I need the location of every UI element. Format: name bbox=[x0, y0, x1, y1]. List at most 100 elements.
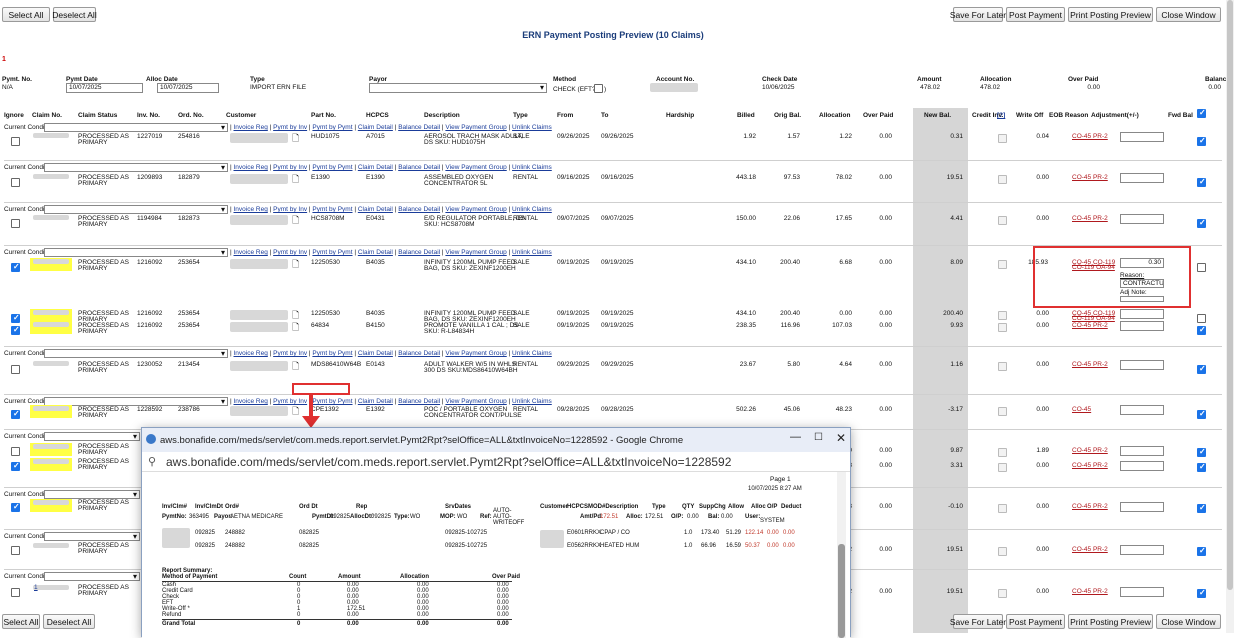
print-posting-preview-button[interactable]: Print Posting Preview bbox=[1068, 7, 1153, 22]
current-condition-select[interactable] bbox=[44, 349, 228, 358]
eob-reason-link-2[interactable]: CO-119 OA-94 bbox=[1072, 315, 1115, 322]
link-pymt-by-inv[interactable]: Pymt by Inv bbox=[273, 350, 307, 357]
ignore-checkbox[interactable] bbox=[11, 178, 20, 187]
print-posting-preview-button-bottom[interactable]: Print Posting Preview bbox=[1068, 614, 1153, 629]
popup-scrollbar-thumb[interactable] bbox=[838, 544, 845, 638]
close-window-button[interactable]: Close Window bbox=[1156, 7, 1221, 22]
document-icon[interactable]: 🗋 bbox=[292, 131, 299, 147]
ignore-checkbox[interactable] bbox=[11, 502, 20, 512]
fwd-bal-checkbox[interactable] bbox=[1197, 177, 1206, 187]
eob-reason-link[interactable]: CO-45 PR-2 bbox=[1072, 174, 1108, 181]
link-view-payment-group[interactable]: View Payment Group bbox=[445, 206, 506, 213]
link-pymt-by-pymt[interactable]: Pymt by Pymt bbox=[312, 249, 352, 256]
alloc-date-input[interactable]: 10/07/2025 bbox=[157, 83, 219, 93]
credit-inv-checkbox[interactable] bbox=[998, 323, 1007, 332]
fwd-bal-checkbox[interactable] bbox=[1197, 409, 1206, 419]
document-icon[interactable]: 🗋 bbox=[292, 320, 299, 336]
link-pymt-by-inv[interactable]: Pymt by Inv bbox=[273, 206, 307, 213]
select-all-button[interactable]: Select All bbox=[2, 7, 50, 22]
adjustment-input[interactable] bbox=[1120, 502, 1164, 512]
post-payment-button[interactable]: Post Payment bbox=[1006, 7, 1065, 22]
link-unlink-claims[interactable]: Unlink Claims bbox=[512, 124, 552, 131]
fwd-bal-checkbox[interactable] bbox=[1197, 136, 1206, 146]
page-scrollbar[interactable] bbox=[1226, 0, 1234, 633]
fwd-bal-checkbox[interactable] bbox=[1197, 218, 1206, 228]
save-for-later-button[interactable]: Save For Later bbox=[950, 7, 1006, 22]
adjustment-input[interactable] bbox=[1120, 446, 1164, 456]
credit-inv-checkbox[interactable] bbox=[998, 175, 1007, 184]
credit-inv-checkbox[interactable] bbox=[998, 134, 1007, 143]
link-view-payment-group[interactable]: View Payment Group bbox=[445, 164, 506, 171]
ignore-checkbox[interactable] bbox=[11, 546, 20, 555]
close-window-button-bottom[interactable]: Close Window bbox=[1156, 614, 1221, 629]
link-invoice-reg[interactable]: Invoice Reg bbox=[234, 398, 268, 405]
link-pymt-by-inv[interactable]: Pymt by Inv bbox=[273, 164, 307, 171]
link-view-payment-group[interactable]: View Payment Group bbox=[445, 398, 506, 405]
adjustment-input[interactable] bbox=[1120, 173, 1164, 183]
current-condition-select[interactable] bbox=[44, 490, 140, 499]
current-condition-select[interactable] bbox=[44, 432, 140, 441]
fwd-bal-select-all-checkbox[interactable] bbox=[1197, 108, 1206, 118]
link-view-payment-group[interactable]: View Payment Group bbox=[445, 124, 506, 131]
popup-url-bar[interactable]: ⚲ aws.bonafide.com/meds/servlet/com.meds… bbox=[142, 452, 850, 472]
fwd-bal-checkbox[interactable] bbox=[1197, 263, 1206, 272]
post-payment-button-bottom[interactable]: Post Payment bbox=[1006, 614, 1065, 629]
eob-reason-link[interactable]: CO-45 PR-2 bbox=[1072, 215, 1108, 222]
eob-reason-link[interactable]: CO-45 PR-2 bbox=[1072, 133, 1108, 140]
link-balance-detail[interactable]: Balance Detail bbox=[398, 398, 440, 405]
ignore-checkbox[interactable] bbox=[11, 262, 20, 272]
ignore-checkbox[interactable] bbox=[11, 365, 20, 374]
credit-inv-checkbox[interactable] bbox=[998, 362, 1007, 371]
adjustment-input[interactable] bbox=[1120, 461, 1164, 471]
credit-inv-checkbox[interactable] bbox=[998, 311, 1007, 320]
current-condition-select[interactable] bbox=[44, 532, 140, 541]
ignore-checkbox[interactable] bbox=[11, 137, 20, 146]
current-condition-select[interactable] bbox=[44, 123, 228, 132]
link-invoice-reg[interactable]: Invoice Reg bbox=[234, 350, 268, 357]
current-condition-select[interactable] bbox=[44, 572, 140, 581]
fwd-bal-checkbox[interactable] bbox=[1197, 447, 1206, 457]
link-claim-detail[interactable]: Claim Detail bbox=[358, 124, 393, 131]
adjustment-input[interactable] bbox=[1120, 321, 1164, 331]
ignore-checkbox[interactable] bbox=[11, 325, 20, 335]
credit-inv-checkbox[interactable] bbox=[998, 260, 1007, 269]
link-balance-detail[interactable]: Balance Detail bbox=[398, 206, 440, 213]
link-pymt-by-pymt[interactable]: Pymt by Pymt bbox=[312, 164, 352, 171]
link-invoice-reg[interactable]: Invoice Reg bbox=[234, 249, 268, 256]
credit-inv-checkbox[interactable] bbox=[998, 547, 1007, 556]
eob-reason-link[interactable]: CO-45 bbox=[1072, 406, 1091, 413]
ignore-checkbox[interactable] bbox=[11, 409, 20, 419]
close-icon[interactable]: ✕ bbox=[836, 431, 846, 445]
eob-reason-link[interactable]: CO-45 PR-2 bbox=[1072, 447, 1108, 454]
pymt-date-input[interactable]: 10/07/2025 bbox=[66, 83, 143, 93]
credit-inv-checkbox[interactable] bbox=[998, 463, 1007, 472]
fwd-bal-checkbox[interactable] bbox=[1197, 462, 1206, 472]
save-for-later-button-bottom[interactable]: Save For Later bbox=[950, 614, 1006, 629]
current-condition-select[interactable] bbox=[44, 248, 228, 257]
current-condition-select[interactable] bbox=[44, 205, 228, 214]
current-condition-select[interactable] bbox=[44, 163, 228, 172]
adjustment-input[interactable] bbox=[1120, 214, 1164, 224]
fwd-bal-checkbox[interactable] bbox=[1197, 503, 1206, 513]
eob-reason-link[interactable]: CO-45 PR-2 bbox=[1072, 588, 1108, 595]
link-pymt-by-inv[interactable]: Pymt by Inv bbox=[273, 249, 307, 256]
link-invoice-reg[interactable]: Invoice Reg bbox=[234, 206, 268, 213]
deselect-all-button[interactable]: Deselect All bbox=[52, 7, 97, 22]
eob-reason-link[interactable]: CO-45 PR-2 bbox=[1072, 361, 1108, 368]
credit-inv-checkbox[interactable] bbox=[998, 407, 1007, 416]
link-invoice-reg[interactable]: Invoice Reg bbox=[234, 124, 268, 131]
fwd-bal-checkbox[interactable] bbox=[1197, 588, 1206, 598]
site-info-icon[interactable]: ⚲ bbox=[148, 455, 156, 468]
document-icon[interactable]: 🗋 bbox=[292, 359, 299, 375]
credit-inv-checkbox[interactable] bbox=[998, 504, 1007, 513]
link-pymt-by-pymt[interactable]: Pymt by Pymt bbox=[312, 124, 352, 131]
link-claim-detail[interactable]: Claim Detail bbox=[358, 398, 393, 405]
link-unlink-claims[interactable]: Unlink Claims bbox=[512, 350, 552, 357]
link-unlink-claims[interactable]: Unlink Claims bbox=[512, 398, 552, 405]
credit-inv-checkbox[interactable] bbox=[998, 216, 1007, 225]
credit-inv-checkbox[interactable] bbox=[998, 448, 1007, 457]
credit-inv-checkbox[interactable] bbox=[998, 589, 1007, 598]
document-icon[interactable]: 🗋 bbox=[292, 404, 299, 420]
link-unlink-claims[interactable]: Unlink Claims bbox=[512, 164, 552, 171]
document-icon[interactable]: 🗋 bbox=[292, 172, 299, 188]
